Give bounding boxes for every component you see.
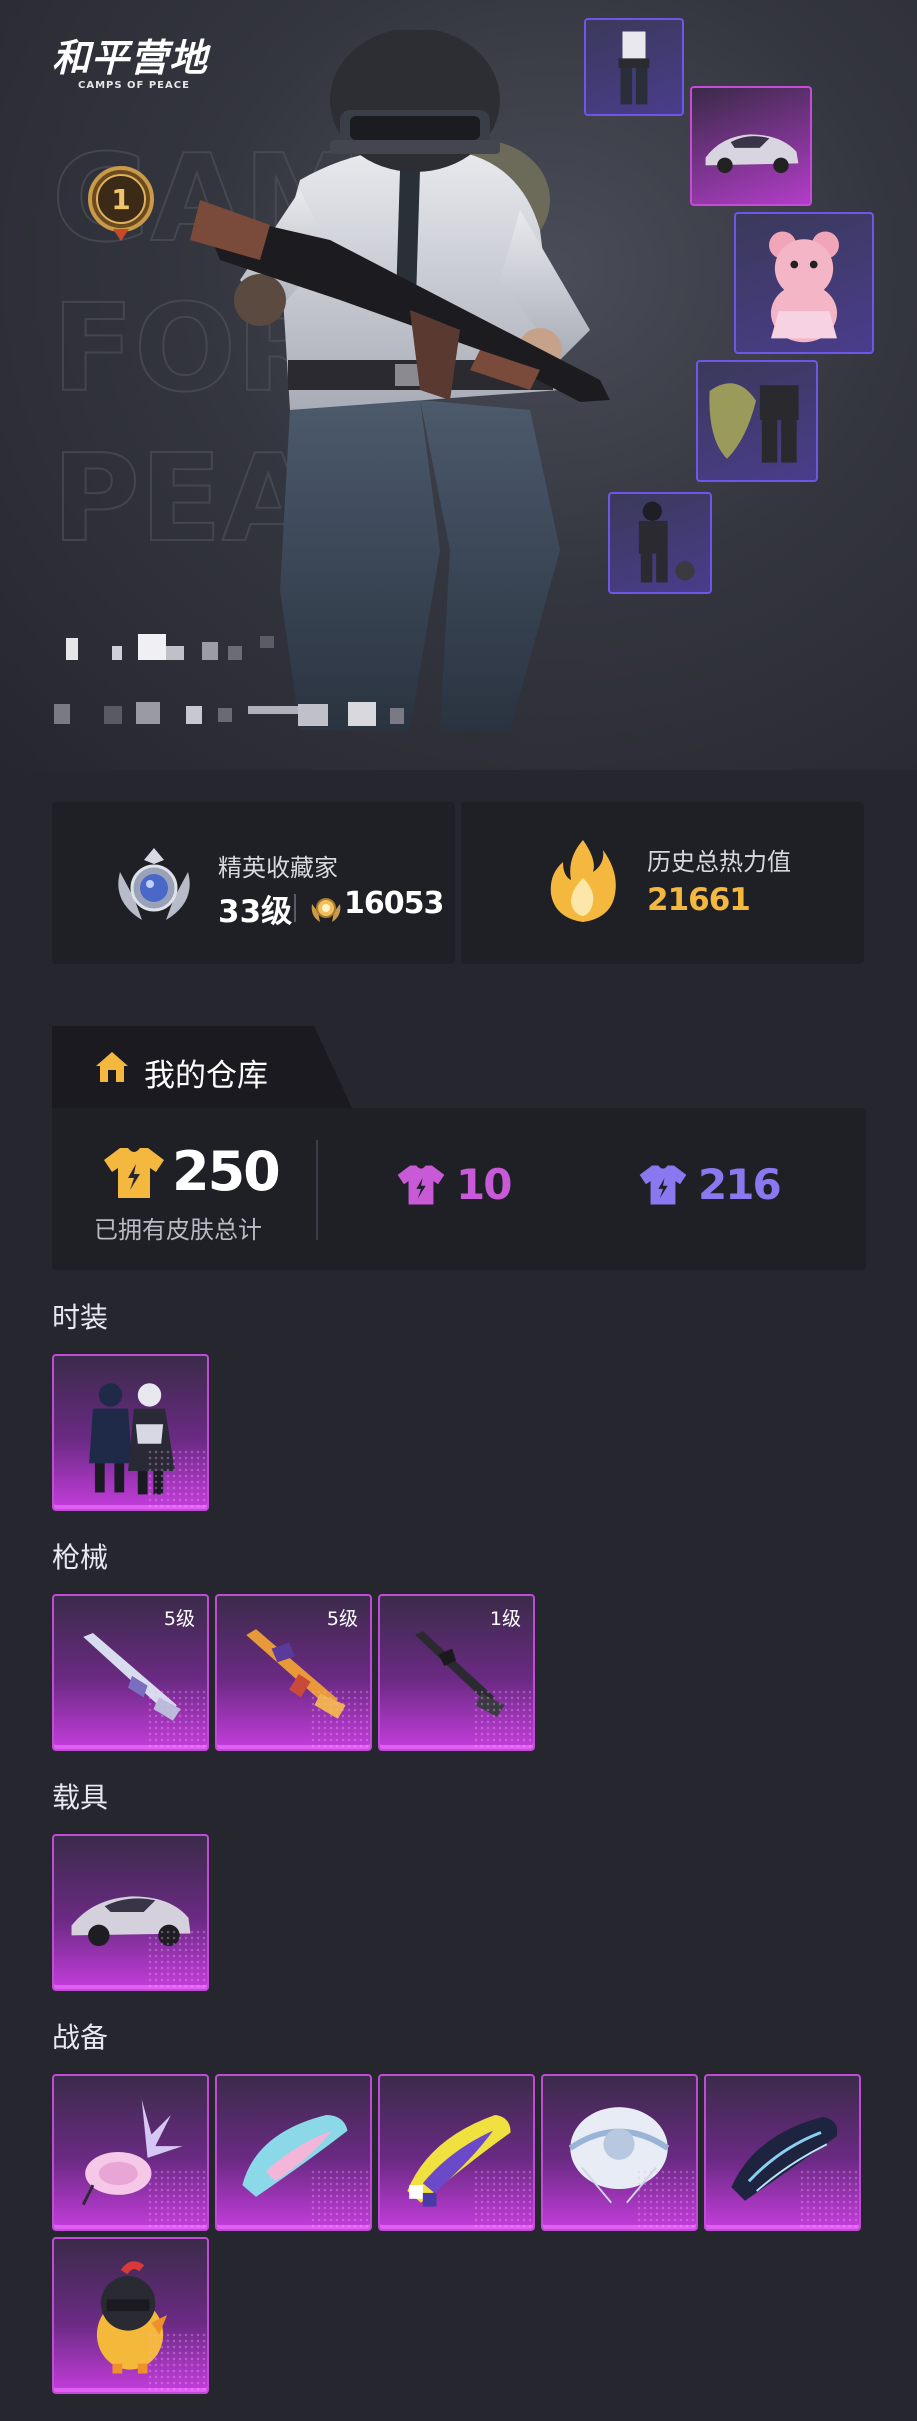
stat-divider — [294, 894, 296, 922]
tshirt-gold-icon — [104, 1148, 164, 1198]
tshirt-purple-icon — [639, 1165, 687, 1205]
player-name-redacted — [66, 634, 274, 660]
heat-title: 历史总热力值 — [647, 848, 791, 876]
character-avatar — [190, 30, 610, 730]
item-level: 1级 — [489, 1608, 521, 1630]
item-gear-4[interactable] — [541, 2074, 698, 2231]
pink-skin-count: 10 — [456, 1160, 512, 1209]
collector-coins: 16053 — [344, 886, 444, 921]
warehouse-title: 我的仓库 — [144, 1058, 268, 1094]
suit-icon — [618, 31, 650, 105]
player-sub-redacted — [54, 702, 404, 726]
collector-level: 33级 — [218, 894, 293, 930]
category-fashion-label: 时装 — [52, 1301, 109, 1334]
item-gear-1[interactable] — [52, 2074, 209, 2231]
crystal-flower-icon — [81, 2099, 183, 2206]
home-icon — [96, 1052, 128, 1082]
category-vehicles-label: 载具 — [52, 1781, 109, 1814]
flame-icon — [550, 840, 616, 922]
collector-badge-icon — [118, 848, 190, 920]
total-skin-count: 250 — [172, 1140, 281, 1203]
item-level: 5级 — [326, 1608, 358, 1630]
category-weapons-label: 枪械 — [52, 1541, 109, 1574]
round-parachute-icon — [568, 2107, 670, 2204]
item-gear-3[interactable] — [378, 2074, 535, 2231]
item-level: 5级 — [163, 1608, 195, 1630]
item-gear-6[interactable] — [52, 2237, 209, 2394]
parachute-icon — [242, 2114, 348, 2197]
purple-skin-count: 216 — [698, 1160, 782, 1209]
outfit-thumb-tactical[interactable] — [608, 492, 712, 594]
total-skin-label: 已拥有皮肤总计 — [94, 1216, 262, 1244]
item-weapon-3[interactable]: 1级 — [378, 1594, 535, 1751]
collector-title: 精英收藏家 — [218, 854, 338, 882]
heat-value: 21661 — [647, 882, 751, 918]
coin-icon — [311, 898, 341, 922]
glider-icon — [407, 2114, 511, 2207]
hero-banner: GAM FOR PEAC 和平营地 CAMPS OF PEACE 1 — [0, 0, 917, 770]
warehouse-divider — [316, 1140, 318, 1240]
heat-card[interactable]: 历史总热力值 21661 — [461, 802, 864, 964]
tactical-outfit-icon — [638, 501, 695, 583]
item-fashion-1[interactable] — [52, 1354, 209, 1511]
rank-number: 1 — [111, 183, 130, 216]
tab-my-warehouse[interactable]: 我的仓库 — [52, 1026, 352, 1108]
sports-car-icon — [705, 134, 799, 174]
item-gear-5[interactable] — [704, 2074, 861, 2231]
collector-card[interactable]: 精英收藏家 33级 16053 — [52, 802, 455, 964]
item-weapon-1[interactable]: 5级 — [52, 1594, 209, 1751]
item-vehicle-1[interactable] — [52, 1834, 209, 1991]
sports-car-icon — [71, 1896, 191, 1947]
outfit-duo-icon — [89, 1383, 175, 1495]
dark-glider-icon — [731, 2116, 838, 2201]
camo-outfit-icon — [709, 383, 799, 463]
chick-pendant-icon — [96, 2261, 168, 2374]
outfit-thumb-car[interactable] — [690, 86, 812, 206]
tshirt-pink-icon — [397, 1165, 445, 1205]
warehouse-summary: 250 已拥有皮肤总计 10 216 — [52, 1108, 866, 1270]
item-weapon-2[interactable]: 5级 — [215, 1594, 372, 1751]
outfit-thumb-bear-backpack[interactable] — [734, 212, 874, 354]
item-gear-2[interactable] — [215, 2074, 372, 2231]
bear-backpack-icon — [769, 231, 839, 343]
category-gear-label: 战备 — [52, 2021, 109, 2054]
outfit-thumb-camo[interactable] — [696, 360, 818, 482]
outfit-thumb-suit[interactable] — [584, 18, 684, 116]
rank-medal-icon: 1 — [88, 166, 154, 241]
